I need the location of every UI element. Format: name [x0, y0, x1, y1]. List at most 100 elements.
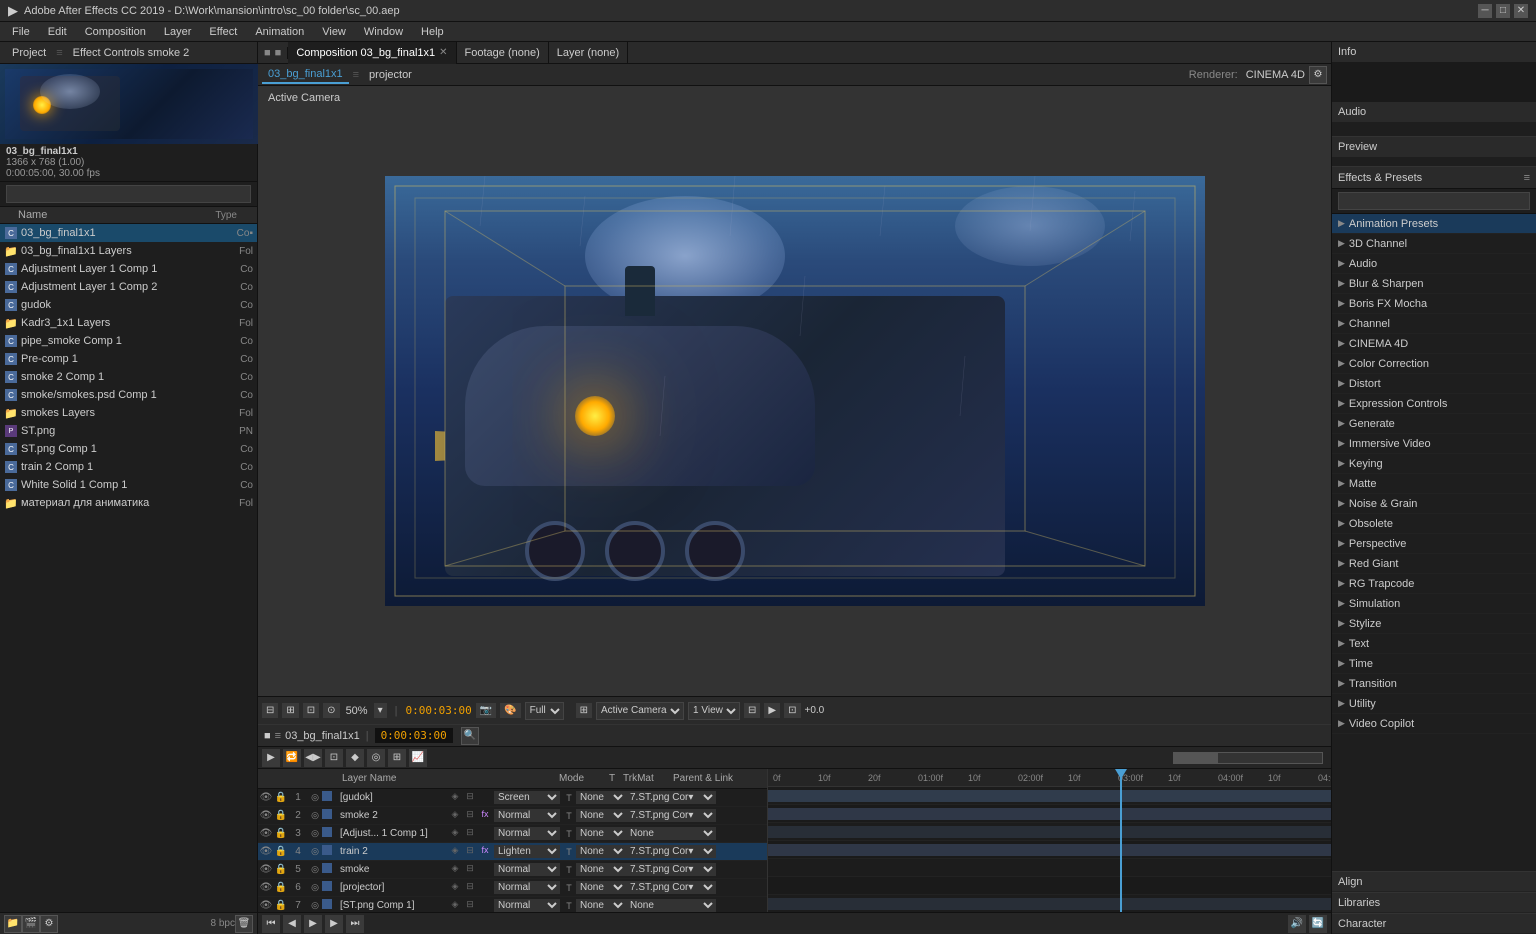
delete-button[interactable]: 🗑: [235, 915, 253, 933]
tl-frame-blend[interactable]: ⊞: [388, 749, 406, 767]
tl-motion-blur[interactable]: ◎: [367, 749, 385, 767]
comp-tab-main[interactable]: Composition 03_bg_final1x1 ✕: [288, 42, 456, 64]
menu-window[interactable]: Window: [356, 24, 411, 40]
layer-row[interactable]: 👁 🔒 7 ◎ [ST.png Comp 1] ◈ ⊟ Normal T Non…: [258, 897, 767, 912]
layer-parent[interactable]: 7.ST.png Cor▾: [626, 845, 716, 858]
timeline-search-button[interactable]: 🔍: [461, 727, 479, 745]
align-header[interactable]: Align: [1332, 872, 1536, 892]
project-item[interactable]: C smoke/smokes.psd Comp 1 Co: [0, 386, 257, 404]
layer-sw-shy[interactable]: ◈: [448, 863, 462, 877]
tl-loop-button[interactable]: 🔁: [283, 749, 301, 767]
effect-category[interactable]: ▶ Noise & Grain: [1332, 494, 1536, 514]
project-item[interactable]: 📁 03_bg_final1x1 Layers Fol: [0, 242, 257, 260]
menu-view[interactable]: View: [314, 24, 354, 40]
layer-track-matte[interactable]: T: [562, 829, 576, 839]
tl-graph-editor[interactable]: 📈: [409, 749, 427, 767]
layer-mode-select[interactable]: Normal: [492, 881, 562, 894]
layer-lock[interactable]: 🔒: [274, 846, 288, 857]
layer-trkmat[interactable]: None: [576, 809, 626, 822]
effect-category[interactable]: ▶ Stylize: [1332, 614, 1536, 634]
mask-button[interactable]: ⊡: [303, 703, 319, 718]
layer-mode-select[interactable]: Normal: [492, 899, 562, 912]
view-select[interactable]: 1 View: [688, 702, 740, 720]
comp-tab-close[interactable]: ✕: [439, 47, 447, 58]
effect-category[interactable]: ▶ Time: [1332, 654, 1536, 674]
effect-category[interactable]: ▶ Audio: [1332, 254, 1536, 274]
project-item[interactable]: C train 2 Comp 1 Co: [0, 458, 257, 476]
project-item[interactable]: C ST.png Comp 1 Co: [0, 440, 257, 458]
tl-nav-end[interactable]: ⏭: [346, 915, 364, 933]
layer-track-matte[interactable]: T: [562, 901, 576, 911]
viewer-tab-projector[interactable]: projector: [363, 67, 418, 83]
render-button[interactable]: ▶: [764, 703, 780, 718]
zoom-dropdown[interactable]: ▾: [374, 703, 387, 718]
effect-category[interactable]: ▶ Obsolete: [1332, 514, 1536, 534]
effect-controls-tab[interactable]: Effect Controls smoke 2: [67, 45, 196, 61]
layer-sw-collapse[interactable]: ⊟: [463, 827, 477, 841]
project-item[interactable]: C Adjustment Layer 1 Comp 1 Co: [0, 260, 257, 278]
menu-animation[interactable]: Animation: [247, 24, 312, 40]
viewer-tab-comp[interactable]: 03_bg_final1x1: [262, 66, 349, 84]
layer-mode-select[interactable]: Normal: [492, 809, 562, 822]
grid-button[interactable]: ⊞: [282, 703, 298, 718]
layer-lock[interactable]: 🔒: [274, 900, 288, 911]
layer-sw-shy[interactable]: ◈: [448, 809, 462, 823]
layer-sw-collapse[interactable]: ⊟: [463, 845, 477, 859]
layer-sw-collapse[interactable]: ⊟: [463, 809, 477, 823]
menu-composition[interactable]: Composition: [77, 24, 154, 40]
layer-track-matte[interactable]: T: [562, 847, 576, 857]
layer-sw-shy[interactable]: ◈: [448, 881, 462, 895]
layer-solo[interactable]: ◎: [308, 900, 322, 911]
project-item[interactable]: C gudok Co: [0, 296, 257, 314]
layer-row[interactable]: 👁 🔒 3 ◎ [Adjust... 1 Comp 1] ◈ ⊟ Normal …: [258, 825, 767, 843]
new-comp-button[interactable]: 🎬: [22, 915, 40, 933]
layer-sw-shy[interactable]: ◈: [448, 899, 462, 913]
layer-parent[interactable]: 7.ST.png Cor▾: [626, 791, 716, 804]
layer-sw-shy[interactable]: ◈: [448, 791, 462, 805]
layer-sw-collapse[interactable]: ⊟: [463, 899, 477, 913]
layer-row[interactable]: 👁 🔒 2 ◎ smoke 2 ◈ ⊟ fx Normal T None 7.S…: [258, 807, 767, 825]
layer-trkmat[interactable]: None: [576, 845, 626, 858]
project-item[interactable]: C 03_bg_final1x1 Co▪: [0, 224, 257, 242]
effect-category[interactable]: ▶ Distort: [1332, 374, 1536, 394]
quality-select[interactable]: Full: [525, 702, 564, 720]
layer-parent[interactable]: None: [626, 899, 716, 912]
tl-ram-preview[interactable]: ◀▶: [304, 749, 322, 767]
layer-parent[interactable]: 7.ST.png Cor▾: [626, 809, 716, 822]
effect-category[interactable]: ▶ Text: [1332, 634, 1536, 654]
layer-sw-fx[interactable]: fx: [478, 809, 492, 823]
layer-mode-select[interactable]: Screen: [492, 791, 562, 804]
menu-help[interactable]: Help: [413, 24, 452, 40]
effect-category[interactable]: ▶ Channel: [1332, 314, 1536, 334]
layer-trkmat[interactable]: None: [576, 881, 626, 894]
layer-mode-select[interactable]: Lighten: [492, 845, 562, 858]
layer-lock[interactable]: 🔒: [274, 882, 288, 893]
effect-category[interactable]: ▶ Video Copilot: [1332, 714, 1536, 734]
project-item[interactable]: C White Solid 1 Comp 1 Co: [0, 476, 257, 494]
layer-visibility[interactable]: 👁: [258, 864, 274, 875]
layer-visibility[interactable]: 👁: [258, 810, 274, 821]
layer-parent[interactable]: 7.ST.png Cor▾: [626, 863, 716, 876]
layer-row[interactable]: 👁 🔒 5 ◎ smoke ◈ ⊟ Normal T None 7.ST.png…: [258, 861, 767, 879]
effect-category[interactable]: ▶ RG Trapcode: [1332, 574, 1536, 594]
effect-category[interactable]: ▶ Transition: [1332, 674, 1536, 694]
project-item[interactable]: 📁 Kadr3_1x1 Layers Fol: [0, 314, 257, 332]
reset-exposure-button[interactable]: ⊟: [262, 703, 278, 718]
effect-category[interactable]: ▶ Red Giant: [1332, 554, 1536, 574]
effect-category[interactable]: ▶ Blur & Sharpen: [1332, 274, 1536, 294]
tl-play-pause[interactable]: ▶: [304, 915, 322, 933]
layer-solo[interactable]: ◎: [308, 864, 322, 875]
layer-visibility[interactable]: 👁: [258, 828, 274, 839]
project-settings-button[interactable]: ⚙: [40, 915, 58, 933]
project-item[interactable]: C pipe_smoke Comp 1 Co: [0, 332, 257, 350]
layer-lock[interactable]: 🔒: [274, 828, 288, 839]
layer-sw-shy[interactable]: ◈: [448, 845, 462, 859]
layer-visibility[interactable]: 👁: [258, 882, 274, 893]
tl-audio-toggle[interactable]: 🔊: [1288, 915, 1306, 933]
tl-trim-comp[interactable]: ⊡: [325, 749, 343, 767]
effect-category[interactable]: ▶ CINEMA 4D: [1332, 334, 1536, 354]
layer-track-matte[interactable]: T: [562, 811, 576, 821]
layer-sw-collapse[interactable]: ⊟: [463, 791, 477, 805]
layer-row[interactable]: 👁 🔒 6 ◎ [projector] ◈ ⊟ Normal T None 7.…: [258, 879, 767, 897]
footage-tab[interactable]: Footage (none): [457, 42, 549, 64]
